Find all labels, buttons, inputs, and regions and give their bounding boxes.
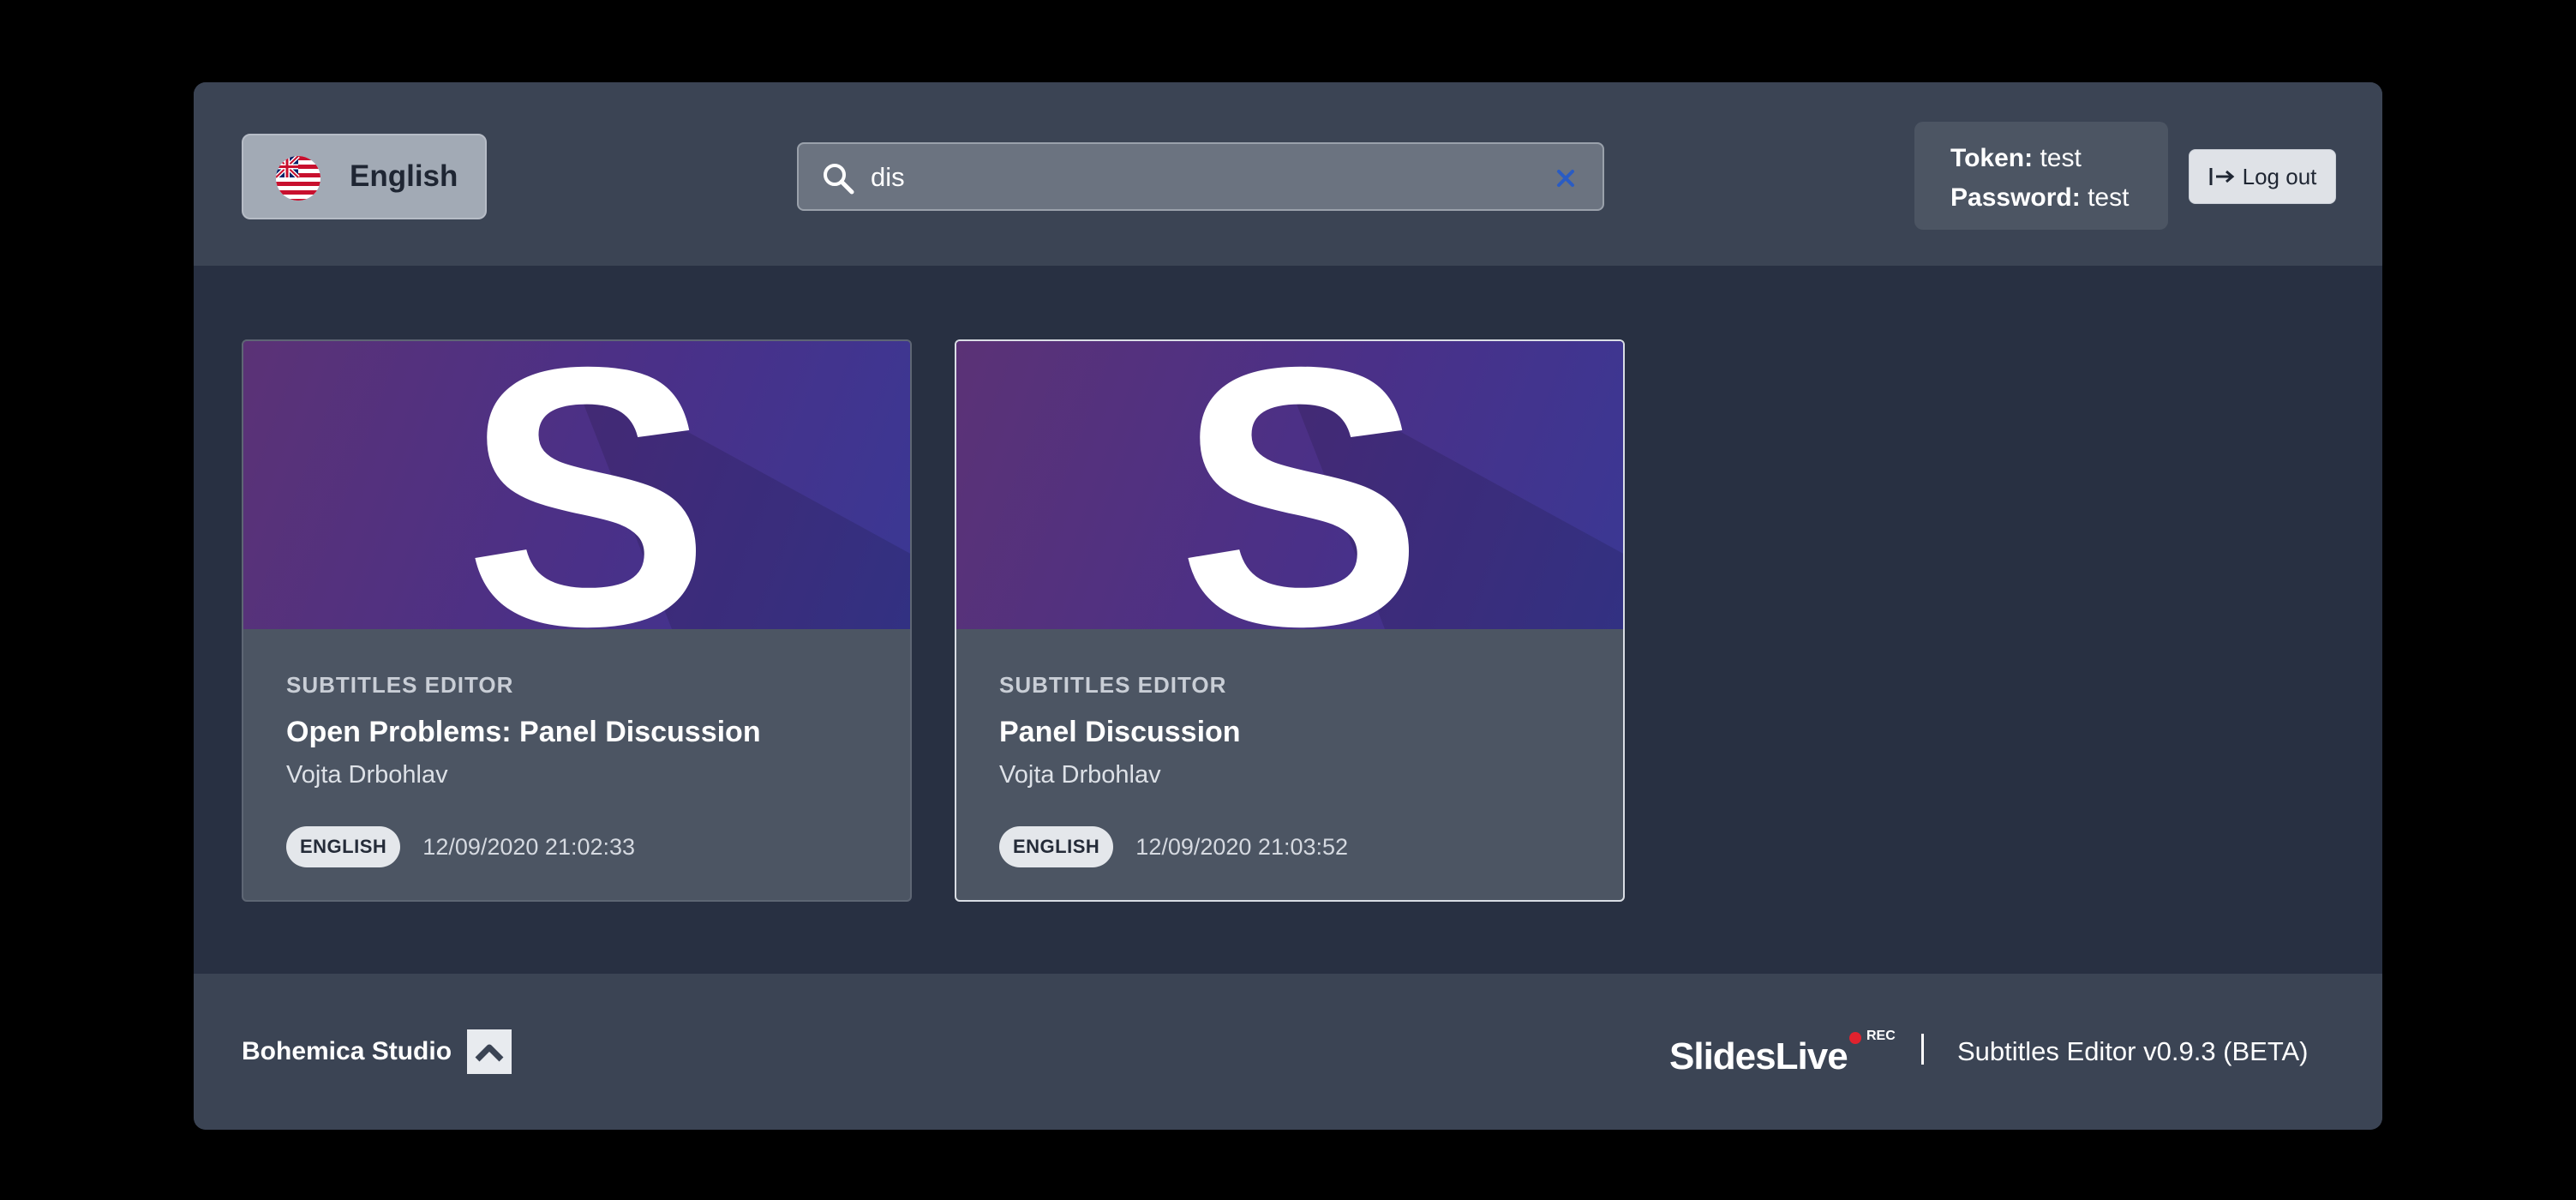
studio-link[interactable]: Bohemica Studio [242, 974, 512, 1130]
token-value: test [2040, 144, 2082, 172]
rec-dot-icon [1849, 1032, 1861, 1044]
logout-label: Log out [2242, 163, 2317, 189]
search-icon [824, 164, 854, 195]
app-version: Subtitles Editor v0.9.3 (BETA) [1957, 1036, 2309, 1066]
logout-icon [2209, 168, 2234, 185]
card-title: Panel Discussion [999, 716, 1241, 748]
card-title: Open Problems: Panel Discussion [286, 716, 761, 748]
search-bar [797, 142, 1604, 211]
uk-flag-icon [276, 156, 321, 201]
chevron-up-icon [467, 1029, 512, 1074]
card-author: Vojta Drbohlav [999, 761, 1161, 789]
studio-name: Bohemica Studio [242, 1037, 452, 1065]
card-timestamp: 12/09/2020 21:03:52 [1135, 833, 1349, 860]
app-window: English Token: test Password: test [194, 82, 2382, 1130]
card-category: SUBTITLES EDITOR [999, 672, 1227, 698]
slideslive-logo-thumbnail: S [464, 341, 910, 629]
presentation-card[interactable]: S SUBTITLES EDITOR Open Problems: Panel … [242, 339, 912, 902]
svg-text:S: S [1177, 341, 1423, 629]
slideslive-logo[interactable]: SlidesLive REC [1669, 1023, 1896, 1092]
language-selector-button[interactable]: English [242, 134, 487, 219]
search-input[interactable] [871, 153, 1539, 202]
card-category: SUBTITLES EDITOR [286, 672, 514, 698]
card-thumbnail: S [243, 341, 910, 629]
brand-name: SlidesLive [1669, 1035, 1848, 1077]
header: English Token: test Password: test [194, 82, 2382, 266]
logout-button[interactable]: Log out [2189, 149, 2336, 204]
slideslive-logo-thumbnail: S [1177, 341, 1623, 629]
presentation-card[interactable]: S SUBTITLES EDITOR Panel Discussion Vojt… [955, 339, 1625, 902]
language-label: English [350, 159, 458, 193]
close-icon[interactable] [1555, 167, 1577, 189]
footer: Bohemica Studio SlidesLive REC Subtitles… [194, 974, 2382, 1130]
rec-label: REC [1866, 1029, 1896, 1043]
credentials-box: Token: test Password: test [1914, 122, 2168, 230]
password-value: test [2088, 183, 2130, 212]
svg-text:S: S [464, 341, 710, 629]
card-thumbnail: S [956, 341, 1623, 629]
card-author: Vojta Drbohlav [286, 761, 448, 789]
footer-divider [1921, 1034, 1924, 1065]
token-label: Token: [1950, 144, 2034, 172]
language-badge: ENGLISH [999, 826, 1114, 867]
language-badge: ENGLISH [286, 826, 401, 867]
card-timestamp: 12/09/2020 21:02:33 [422, 833, 636, 860]
password-label: Password: [1950, 183, 2081, 212]
